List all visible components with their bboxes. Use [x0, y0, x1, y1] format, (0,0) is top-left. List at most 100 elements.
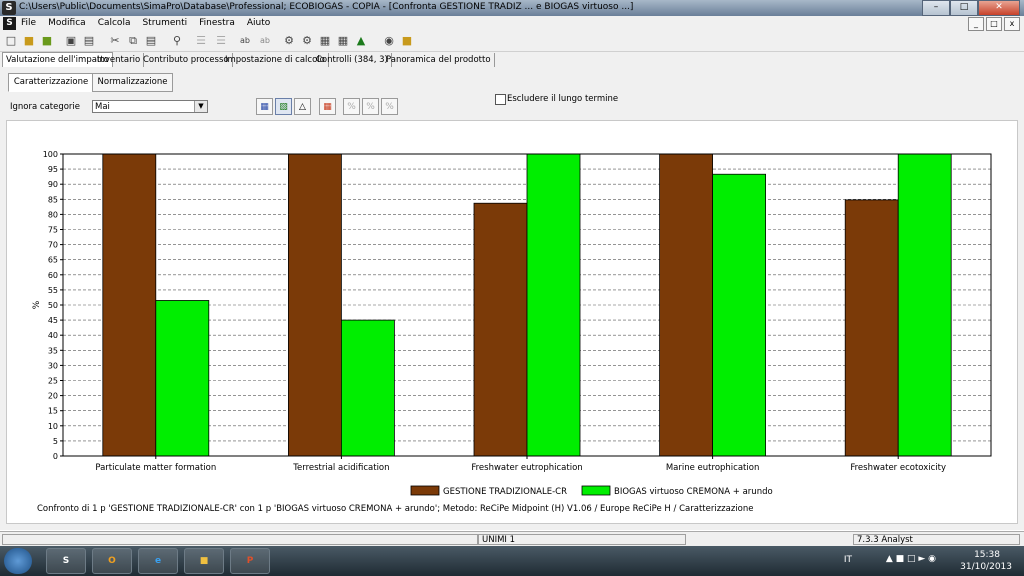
escludere-checkbox[interactable]	[495, 94, 506, 105]
internet-explorer-icon: e	[154, 556, 162, 566]
bar	[897, 153, 952, 457]
tab-inventario[interactable]: Inventario	[94, 53, 145, 67]
tab-row: Valutazione dell'impatto Inventario Cont…	[0, 52, 1024, 68]
status-left	[2, 534, 478, 545]
triangle-chart-icon: △	[299, 102, 306, 112]
maximize-button[interactable]: □	[950, 0, 978, 16]
clock-time[interactable]: 15:38	[974, 550, 1000, 560]
libraries-icon[interactable]: ■	[400, 34, 414, 48]
escludere-label: Escludere il lungo termine	[507, 94, 619, 104]
print-icon[interactable]: ▤	[82, 34, 96, 48]
cut-icon[interactable]: ✂	[108, 34, 122, 48]
open-folder-icon[interactable]: ■	[22, 34, 36, 48]
paste-icon[interactable]: ▤	[144, 34, 158, 48]
menu-file[interactable]: File	[21, 18, 36, 28]
taskbar-simapro-button[interactable]: S	[46, 548, 86, 574]
tab-panoramica-prodotto[interactable]: Panoramica del prodotto	[383, 53, 495, 67]
legend-label: BIOGAS virtuoso CREMONA + arundo	[614, 487, 773, 497]
status-bar: UNIMI 1 7.3.3 Analyst	[0, 531, 1024, 547]
search-icon[interactable]: ⚲	[170, 34, 184, 48]
chart-panel: 0 5 10 15 20 25 30 35 40 45 50 55 60 65 70 75 80 85 90 95 10…	[6, 120, 1018, 524]
clock-date[interactable]: 31/10/2013	[960, 562, 1012, 572]
y-tick-label: 40	[48, 331, 58, 340]
x-tick-label: Terrestrial acidification	[292, 463, 389, 473]
taskbar-powerpoint-button[interactable]: P	[230, 548, 270, 574]
stacked-chart-button[interactable]: ▦	[319, 98, 336, 115]
replace-all-icon[interactable]: ab	[258, 34, 272, 48]
subtab-normalizzazione[interactable]: Normalizzazione	[92, 73, 173, 92]
menu-strumenti[interactable]: Strumenti	[142, 18, 187, 28]
percent-button[interactable]: %	[343, 98, 360, 115]
app-menu-icon[interactable]: S	[3, 17, 16, 30]
bar	[340, 319, 395, 457]
close-button[interactable]: ✕	[978, 0, 1020, 16]
taskbar-explorer-button[interactable]: ■	[184, 548, 224, 574]
bar	[155, 300, 210, 457]
bar	[287, 153, 342, 457]
mdi-minimize-button[interactable]: _	[968, 17, 984, 31]
toolbar: □ ■ ■ ▣ ▤ ✂ ⧉ ▤ ⚲ ☰ ☰ ab ab ⚙ ⚙ ▦ ▦ ▲ ◉ …	[0, 31, 1024, 52]
minimize-button[interactable]: –	[922, 0, 950, 16]
taskbar-outlook-button[interactable]: O	[92, 548, 132, 574]
simapro-icon: S	[62, 556, 70, 566]
y-tick-label: 90	[48, 180, 58, 189]
folder-icon: ■	[199, 556, 209, 566]
mdi-close-button[interactable]: x	[1004, 17, 1020, 31]
tab-controlli[interactable]: Controlli (384, 3)	[313, 53, 392, 67]
window-title: C:\Users\Public\Documents\SimaPro\Databa…	[19, 2, 634, 12]
new-file-icon[interactable]: □	[4, 34, 18, 48]
globe-icon[interactable]: ◉	[382, 34, 396, 48]
status-user: UNIMI 1	[478, 534, 686, 545]
insert-line-icon[interactable]: ☰	[194, 34, 208, 48]
ignora-value: Mai	[95, 102, 110, 112]
subtab-caratterizzazione[interactable]: Caratterizzazione	[8, 73, 94, 92]
mdi-restore-button[interactable]: □	[986, 17, 1002, 31]
start-button[interactable]	[4, 548, 32, 574]
app-icon: S	[2, 1, 16, 15]
bar	[473, 202, 528, 457]
tray-icons[interactable]: ▲ ■ □ ► ◉	[886, 554, 936, 564]
menu-aiuto[interactable]: Aiuto	[247, 18, 270, 28]
table-view-button[interactable]: ▦	[256, 98, 273, 115]
language-indicator[interactable]: IT	[844, 555, 852, 565]
y-tick-label: 0	[53, 452, 58, 461]
ignora-label: Ignora categorie	[10, 102, 81, 112]
distribution-icon[interactable]: ▲	[354, 34, 368, 48]
y-tick-label: 70	[48, 241, 58, 250]
tree-icon[interactable]: ⚙	[300, 34, 314, 48]
insert-line-plus-icon[interactable]: ☰	[214, 34, 228, 48]
ignora-select[interactable]: Mai ▼	[92, 100, 208, 113]
y-tick-label: 30	[48, 361, 58, 370]
y-tick-label: 60	[48, 271, 58, 280]
y-tick-label: 55	[48, 286, 58, 295]
percent-down-button[interactable]: %	[381, 98, 398, 115]
percent-down-icon: %	[385, 102, 394, 112]
bar-chart-view-button[interactable]: ▧	[275, 98, 292, 115]
percent-up-button[interactable]: %	[362, 98, 379, 115]
y-tick-label: 35	[48, 346, 58, 355]
menu-modifica[interactable]: Modifica	[48, 18, 86, 28]
replace-icon[interactable]: ab	[238, 34, 252, 48]
save-icon[interactable]: ▣	[64, 34, 78, 48]
percent-icon: %	[347, 102, 356, 112]
y-tick-label: 100	[43, 150, 58, 159]
y-tick-label: 80	[48, 210, 58, 219]
percent-up-icon: %	[366, 102, 375, 112]
impact-bar-chart: 0 5 10 15 20 25 30 35 40 45 50 55 60 65 70 75 80 85 90 95 10…	[32, 150, 992, 514]
y-tick-label: 75	[48, 226, 58, 235]
column-chart-icon[interactable]: ▦	[336, 34, 350, 48]
chevron-down-icon[interactable]: ▼	[194, 101, 207, 112]
legend-swatch	[410, 485, 440, 496]
copy-icon[interactable]: ⧉	[126, 34, 140, 48]
y-tick-label: 15	[48, 407, 58, 416]
open-project-icon[interactable]: ■	[40, 34, 54, 48]
y-tick-label: 45	[48, 316, 58, 325]
taskbar-ie-button[interactable]: e	[138, 548, 178, 574]
menu-finestra[interactable]: Finestra	[199, 18, 235, 28]
tab-contributo-processo[interactable]: Contributo processo	[140, 53, 233, 67]
title-bar[interactable]: S C:\Users\Public\Documents\SimaPro\Data…	[0, 0, 1024, 16]
network-icon[interactable]: ⚙	[282, 34, 296, 48]
menu-calcola[interactable]: Calcola	[98, 18, 131, 28]
bar-chart-icon[interactable]: ▦	[318, 34, 332, 48]
triangle-view-button[interactable]: △	[294, 98, 311, 115]
